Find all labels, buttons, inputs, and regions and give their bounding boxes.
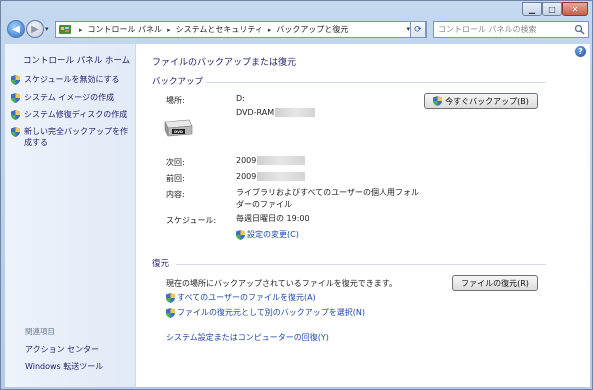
schedule-label: スケジュール: bbox=[166, 216, 217, 225]
change-settings-label: 設定の変更(C) bbox=[247, 230, 299, 239]
section-divider bbox=[176, 264, 546, 265]
help-icon[interactable]: ? bbox=[575, 46, 586, 57]
recent-pages-dropdown[interactable]: ▾ bbox=[45, 25, 49, 33]
minimize-icon: ▁ bbox=[528, 4, 536, 14]
redacted-text bbox=[257, 172, 306, 181]
shield-icon bbox=[11, 93, 20, 103]
search-placeholder: コントロール パネルの検索 bbox=[438, 25, 537, 34]
close-icon: ✕ bbox=[571, 4, 579, 14]
task-new-full-backup[interactable]: 新しい完全バックアップを作成する bbox=[11, 126, 133, 148]
restore-all-users-link[interactable]: すべてのユーザーのファイルを復元(A) bbox=[166, 292, 316, 303]
refresh-button[interactable]: ⟳ bbox=[410, 21, 426, 38]
schedule-value: 毎週日曜日の 19:00 bbox=[236, 214, 310, 223]
task-label: システム修復ディスクの作成 bbox=[24, 110, 128, 119]
svg-text:DVD: DVD bbox=[174, 130, 183, 134]
shield-icon bbox=[11, 75, 20, 85]
next-value: 2009 bbox=[236, 156, 257, 165]
next-label: 次回: bbox=[166, 158, 185, 167]
location-label: 場所: bbox=[166, 96, 185, 105]
shield-icon bbox=[166, 292, 175, 303]
redacted-text bbox=[275, 108, 316, 117]
restore-files-label: ファイルの復元(R) bbox=[461, 278, 529, 288]
page-title: ファイルのバックアップまたは復元 bbox=[152, 58, 297, 68]
contents-value-line1: ライブラリおよびすべてのユーザーの個人用フォル bbox=[236, 188, 419, 197]
action-center-link[interactable]: アクション センター bbox=[25, 344, 99, 355]
maximize-button[interactable]: □ bbox=[542, 2, 562, 16]
shield-icon bbox=[433, 96, 443, 106]
breadcrumb-backup-restore[interactable]: バックアップと復元 bbox=[276, 24, 348, 35]
select-other-backup-link[interactable]: ファイルの復元元として別のバックアップを選択(N) bbox=[166, 307, 365, 318]
forward-arrow-icon: ▶ bbox=[31, 23, 39, 35]
navigation-bar: ◀ ▶ ▾ ▸ コントロール パネル ▸ システムとセキュリティ ▸ バックアッ… bbox=[5, 19, 590, 41]
minimize-button[interactable]: ▁ bbox=[522, 2, 542, 16]
restore-all-users-label: すべてのユーザーのファイルを復元(A) bbox=[177, 293, 316, 302]
search-icon bbox=[574, 24, 585, 35]
change-settings-link[interactable]: 設定の変更(C) bbox=[236, 229, 299, 240]
section-divider bbox=[206, 82, 546, 83]
task-pane: コントロール パネル ホーム スケジュールを無効にする システム イメージの作成… bbox=[5, 44, 136, 387]
related-heading: 関連項目 bbox=[25, 327, 55, 336]
shield-icon bbox=[11, 127, 20, 137]
dvd-drive-icon: DVD bbox=[164, 119, 193, 137]
maximize-icon: □ bbox=[548, 4, 556, 14]
restore-files-button[interactable]: ファイルの復元(R) bbox=[452, 275, 538, 291]
shield-icon bbox=[166, 307, 175, 318]
back-arrow-icon: ◀ bbox=[12, 23, 20, 35]
backup-now-label: 今すぐバックアップ(B) bbox=[445, 96, 529, 106]
last-value-row: 2009 bbox=[236, 171, 306, 183]
caption-buttons: ▁ □ ✕ bbox=[522, 2, 588, 16]
control-panel-icon bbox=[58, 24, 72, 36]
close-button[interactable]: ✕ bbox=[562, 2, 588, 16]
location-name-row: DVD-RAM bbox=[236, 107, 316, 119]
recover-system-label: システム設定またはコンピューターの回復(Y) bbox=[166, 333, 329, 342]
recover-system-link[interactable]: システム設定またはコンピューターの回復(Y) bbox=[166, 332, 329, 343]
shield-icon bbox=[236, 229, 245, 240]
breadcrumb-control-panel[interactable]: コントロール パネル bbox=[88, 24, 163, 35]
refresh-icon: ⟳ bbox=[414, 24, 422, 35]
address-bar[interactable]: ▸ コントロール パネル ▸ システムとセキュリティ ▸ バックアップと復元 ▾ bbox=[55, 21, 427, 38]
task-label: 新しい完全バックアップを作成する bbox=[24, 127, 128, 147]
contents-value-line2: ダーのファイル bbox=[236, 200, 292, 209]
task-label: スケジュールを無効にする bbox=[24, 75, 120, 84]
task-create-system-image[interactable]: システム イメージの作成 bbox=[11, 92, 133, 103]
breadcrumb-separator-icon[interactable]: ▸ bbox=[268, 26, 272, 34]
location-name: DVD-RAM bbox=[236, 108, 275, 117]
last-value: 2009 bbox=[236, 172, 257, 181]
task-create-repair-disc[interactable]: システム修復ディスクの作成 bbox=[11, 109, 133, 120]
contents-label: 内容: bbox=[166, 190, 185, 199]
task-label: システム イメージの作成 bbox=[24, 93, 115, 102]
restore-section-title: 復元 bbox=[152, 259, 170, 269]
back-button[interactable]: ◀ bbox=[7, 20, 25, 38]
forward-button[interactable]: ▶ bbox=[26, 20, 44, 38]
backup-now-button[interactable]: 今すぐバックアップ(B) bbox=[424, 93, 538, 109]
breadcrumb-system-security[interactable]: システムとセキュリティ bbox=[176, 24, 263, 35]
control-panel-home-link[interactable]: コントロール パネル ホーム bbox=[23, 54, 130, 66]
breadcrumb: ▸ コントロール パネル ▸ システムとセキュリティ ▸ バックアップと復元 bbox=[74, 24, 348, 35]
backup-section-title: バックアップ bbox=[152, 77, 204, 87]
task-disable-schedule[interactable]: スケジュールを無効にする bbox=[11, 74, 133, 85]
windows-transfer-link[interactable]: Windows 転送ツール bbox=[25, 361, 103, 372]
select-other-backup-label: ファイルの復元元として別のバックアップを選択(N) bbox=[177, 308, 365, 317]
restore-description: 現在の場所にバックアップされているファイルを復元できます。 bbox=[166, 279, 397, 288]
window: ▁ □ ✕ ◀ ▶ ▾ ▸ コントロール パネル ▸ システムとセキュリティ ▸… bbox=[0, 0, 593, 390]
location-drive: D: bbox=[236, 94, 245, 103]
redacted-text bbox=[257, 156, 306, 165]
content-pane: ? ファイルのバックアップまたは復元 バックアップ 場所: D: DVD-RAM… bbox=[136, 44, 590, 387]
shield-icon bbox=[11, 110, 20, 120]
last-label: 前回: bbox=[166, 174, 185, 183]
next-value-row: 2009 bbox=[236, 155, 306, 167]
breadcrumb-separator-icon[interactable]: ▸ bbox=[79, 26, 83, 34]
search-input[interactable]: コントロール パネルの検索 bbox=[433, 21, 589, 38]
breadcrumb-separator-icon[interactable]: ▸ bbox=[167, 26, 171, 34]
